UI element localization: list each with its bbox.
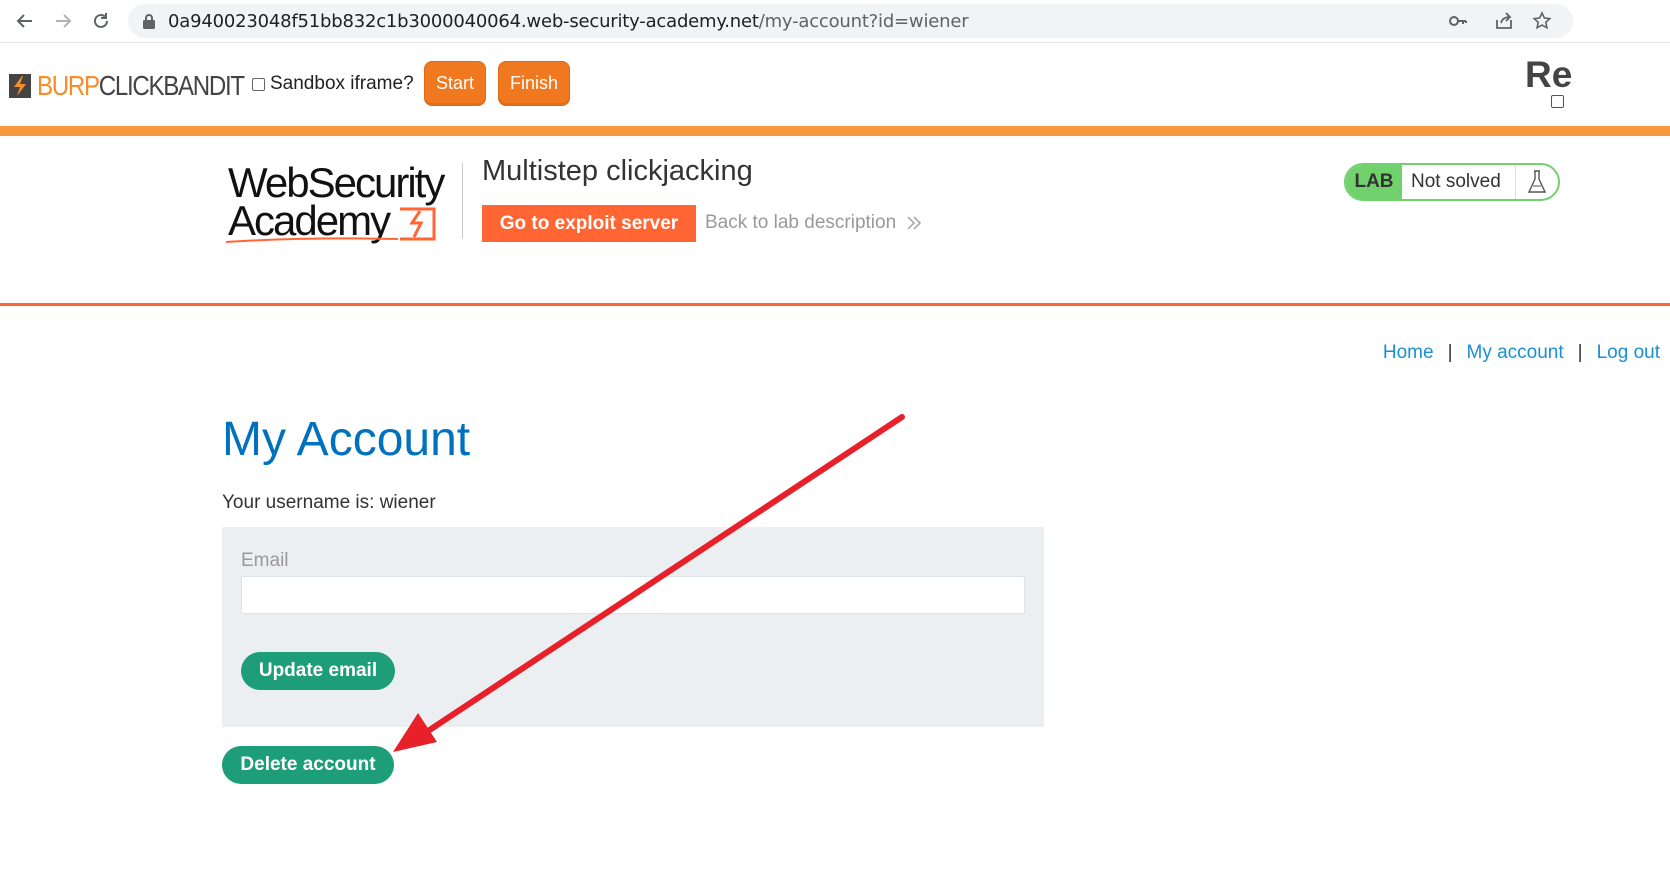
nav-separator: | xyxy=(1577,342,1583,363)
share-icon[interactable] xyxy=(1494,11,1514,31)
nav-separator: | xyxy=(1447,342,1453,363)
back-to-description-link[interactable]: Back to lab description xyxy=(705,212,922,234)
record-checkbox[interactable] xyxy=(1551,95,1564,108)
update-email-form: Email Update email xyxy=(222,527,1044,727)
email-field[interactable] xyxy=(241,576,1025,614)
header-divider xyxy=(462,163,463,239)
start-button[interactable]: Start xyxy=(424,61,486,106)
clickbandit-logo: BURPCLICKBANDIT xyxy=(9,70,277,102)
my-account-link[interactable]: My account xyxy=(1467,342,1564,364)
sandbox-iframe-option[interactable]: Sandbox iframe? xyxy=(252,73,414,95)
page-title: My Account xyxy=(222,413,471,466)
reload-icon[interactable] xyxy=(88,8,114,34)
exploit-server-button[interactable]: Go to exploit server xyxy=(482,205,696,242)
finish-button[interactable]: Finish xyxy=(498,61,570,106)
update-email-button[interactable]: Update email xyxy=(241,652,395,690)
flask-icon xyxy=(1516,165,1558,199)
home-link[interactable]: Home xyxy=(1383,342,1434,364)
svg-text:Academy: Academy xyxy=(228,197,391,244)
star-icon[interactable] xyxy=(1532,11,1552,31)
lab-status-badge: LAB Not solved xyxy=(1344,163,1560,201)
double-chevron-right-icon xyxy=(907,216,922,230)
key-icon[interactable] xyxy=(1448,11,1468,31)
sandbox-checkbox[interactable] xyxy=(252,77,265,91)
sandbox-label: Sandbox iframe? xyxy=(270,73,414,94)
username-text: Your username is: wiener xyxy=(222,492,436,513)
log-out-link[interactable]: Log out xyxy=(1597,342,1660,364)
back-arrow-icon[interactable] xyxy=(12,8,38,34)
lab-title: Multistep clickjacking xyxy=(482,155,753,187)
top-navigation: Home | My account | Log out xyxy=(1383,342,1660,364)
browser-toolbar: 0a940023048f51bb832c1b3000040064.web-sec… xyxy=(0,0,1670,43)
header-bottom-line xyxy=(0,303,1670,306)
record-label: Re xyxy=(1525,54,1573,95)
lock-icon xyxy=(143,14,155,29)
address-bar[interactable]: 0a940023048f51bb832c1b3000040064.web-sec… xyxy=(128,4,1573,38)
clickbandit-divider xyxy=(0,126,1670,136)
delete-account-button[interactable]: Delete account xyxy=(222,746,394,784)
email-label: Email xyxy=(241,550,289,571)
lab-tag: LAB xyxy=(1346,165,1402,199)
lab-status-text: Not solved xyxy=(1402,165,1516,199)
web-security-academy-logo[interactable]: WebSecurity Academy xyxy=(226,161,466,251)
forward-arrow-icon[interactable] xyxy=(50,8,76,34)
burp-logo-icon xyxy=(9,74,31,98)
url-text: 0a940023048f51bb832c1b3000040064.web-sec… xyxy=(168,11,969,32)
